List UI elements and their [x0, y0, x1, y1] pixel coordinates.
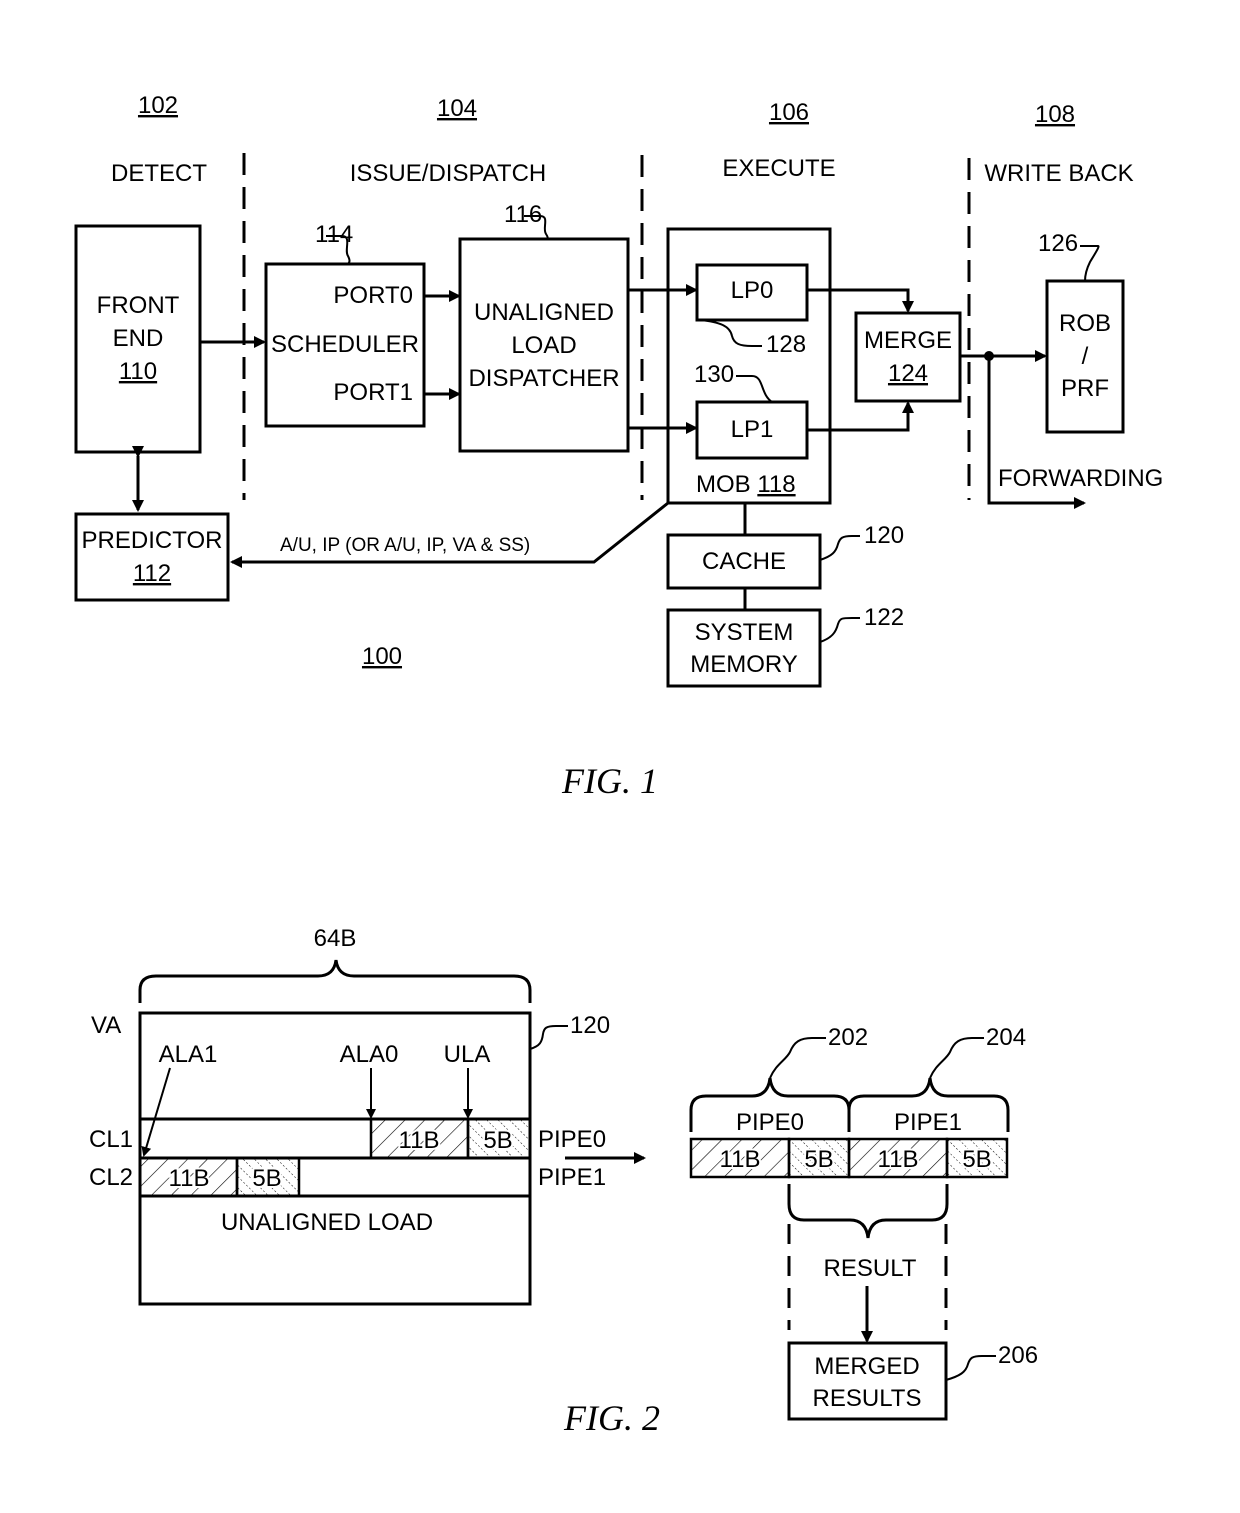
memory-label-2: MEMORY [690, 651, 798, 678]
pipe1-brace-label: PIPE1 [894, 1109, 962, 1136]
dispatcher-label-3: DISPATCHER [468, 365, 619, 392]
scheduler-port0: PORT0 [333, 282, 413, 309]
pipe1-5b-label: 5B [962, 1146, 991, 1173]
stage-label-issue: ISSUE/DISPATCH [350, 160, 546, 187]
system-ref: 100 [362, 643, 402, 670]
lp0-ref-leader [699, 319, 762, 347]
rob-label-2: / [1082, 343, 1089, 370]
memory-ref: 122 [864, 604, 904, 631]
rob-label-3: PRF [1061, 375, 1109, 402]
lp1-to-merge-arrow [807, 401, 914, 432]
cl2-5b-label: 5B [252, 1165, 281, 1192]
merged-label-2: RESULTS [813, 1385, 922, 1412]
fig1: 102 104 106 108 DETECT ISSUE/DISPATCH EX… [74, 92, 1163, 801]
front-end-label-1: FRONT [97, 292, 180, 319]
pipe0-brace-label: PIPE0 [736, 1109, 804, 1136]
width-brace [138, 959, 532, 1003]
lp1-label: LP1 [731, 416, 774, 443]
stage-label-execute: EXECUTE [722, 155, 835, 182]
fig1-caption: FIG. 1 [561, 761, 658, 801]
patent-figure-canvas: 102 104 106 108 DETECT ISSUE/DISPATCH EX… [74, 92, 1163, 1438]
merge-ref: 124 [888, 360, 928, 387]
stage-label-writeback: WRITE BACK [984, 160, 1133, 187]
dispatcher-label-1: UNALIGNED [474, 299, 614, 326]
front-end-ref: 110 [119, 358, 157, 385]
merged-ref: 206 [998, 1342, 1038, 1369]
cache-ref-leader [819, 535, 860, 561]
pipe1-ref-leader [929, 1037, 984, 1079]
ala1-label: ALA1 [159, 1041, 218, 1068]
unaligned-load-label: UNALIGNED LOAD [221, 1209, 433, 1236]
cl1-label: CL1 [89, 1126, 133, 1153]
cache-ref-leader-fig2 [529, 1025, 568, 1050]
pipe0-5b-label: 5B [804, 1146, 833, 1173]
stage-label-detect: DETECT [111, 160, 207, 187]
result-brace [787, 1184, 949, 1239]
stage-ref-writeback: 108 [1035, 101, 1075, 128]
lp0-label: LP0 [731, 277, 774, 304]
pipe0-11b-label: 11B [720, 1146, 761, 1173]
cl1-5b-label: 5B [483, 1127, 512, 1154]
width-label: 64B [314, 925, 357, 952]
cache-ref: 120 [864, 522, 904, 549]
cl2-label: CL2 [89, 1164, 133, 1191]
front-end-label-2: END [113, 325, 164, 352]
memory-label-1: SYSTEM [695, 619, 794, 646]
merged-label-1: MERGED [814, 1353, 919, 1380]
cache-label: CACHE [702, 548, 786, 575]
cl1-11b-label: 11B [399, 1127, 440, 1154]
lp0-to-merge-arrow [807, 288, 914, 313]
memory-ref-leader [819, 617, 860, 643]
result-label: RESULT [824, 1255, 917, 1282]
merge-label: MERGE [864, 327, 952, 354]
ala0-label: ALA0 [340, 1041, 399, 1068]
predictor-label: PREDICTOR [82, 527, 223, 554]
mob-label: MOB 118 [696, 471, 796, 498]
pipe0-ref-leader [769, 1037, 826, 1079]
pipe1-11b-label: 11B [878, 1146, 919, 1173]
forwarding-label: FORWARDING [998, 465, 1163, 492]
fig2: 64B VA 120 11B 5B 11B 5B CL1 CL2 ALA1 AL… [89, 925, 1038, 1438]
predictor-ref: 112 [133, 560, 171, 587]
lp1-ref: 130 [694, 361, 734, 388]
dispatcher-label-2: LOAD [511, 332, 576, 359]
pipe1-ref: 204 [986, 1024, 1026, 1051]
ula-label: ULA [444, 1041, 491, 1068]
stage-ref-issue: 104 [437, 95, 477, 122]
va-label: VA [91, 1012, 121, 1039]
merged-ref-leader [945, 1355, 996, 1381]
rob-ref-leader [1080, 245, 1100, 282]
stage-ref-execute: 106 [769, 99, 809, 126]
cl2-11b-label: 11B [169, 1165, 210, 1192]
feedback-label: A/U, IP (OR A/U, IP, VA & SS) [280, 535, 530, 556]
lp1-ref-leader [736, 375, 773, 403]
pipe1-label: PIPE1 [538, 1164, 606, 1191]
rob-ref: 126 [1038, 230, 1078, 257]
pipe0-ref: 202 [828, 1024, 868, 1051]
lp0-ref: 128 [766, 331, 806, 358]
cache-ref-fig2: 120 [570, 1012, 610, 1039]
ala1-pointer-arrow [141, 1067, 171, 1157]
fig2-caption: FIG. 2 [563, 1398, 660, 1438]
pipe0-label: PIPE0 [538, 1126, 606, 1153]
scheduler-port1: PORT1 [333, 379, 413, 406]
rob-label-1: ROB [1059, 310, 1111, 337]
dispatcher-ref: 116 [504, 201, 542, 228]
scheduler-label: SCHEDULER [271, 331, 419, 358]
stage-ref-detect: 102 [138, 92, 178, 119]
